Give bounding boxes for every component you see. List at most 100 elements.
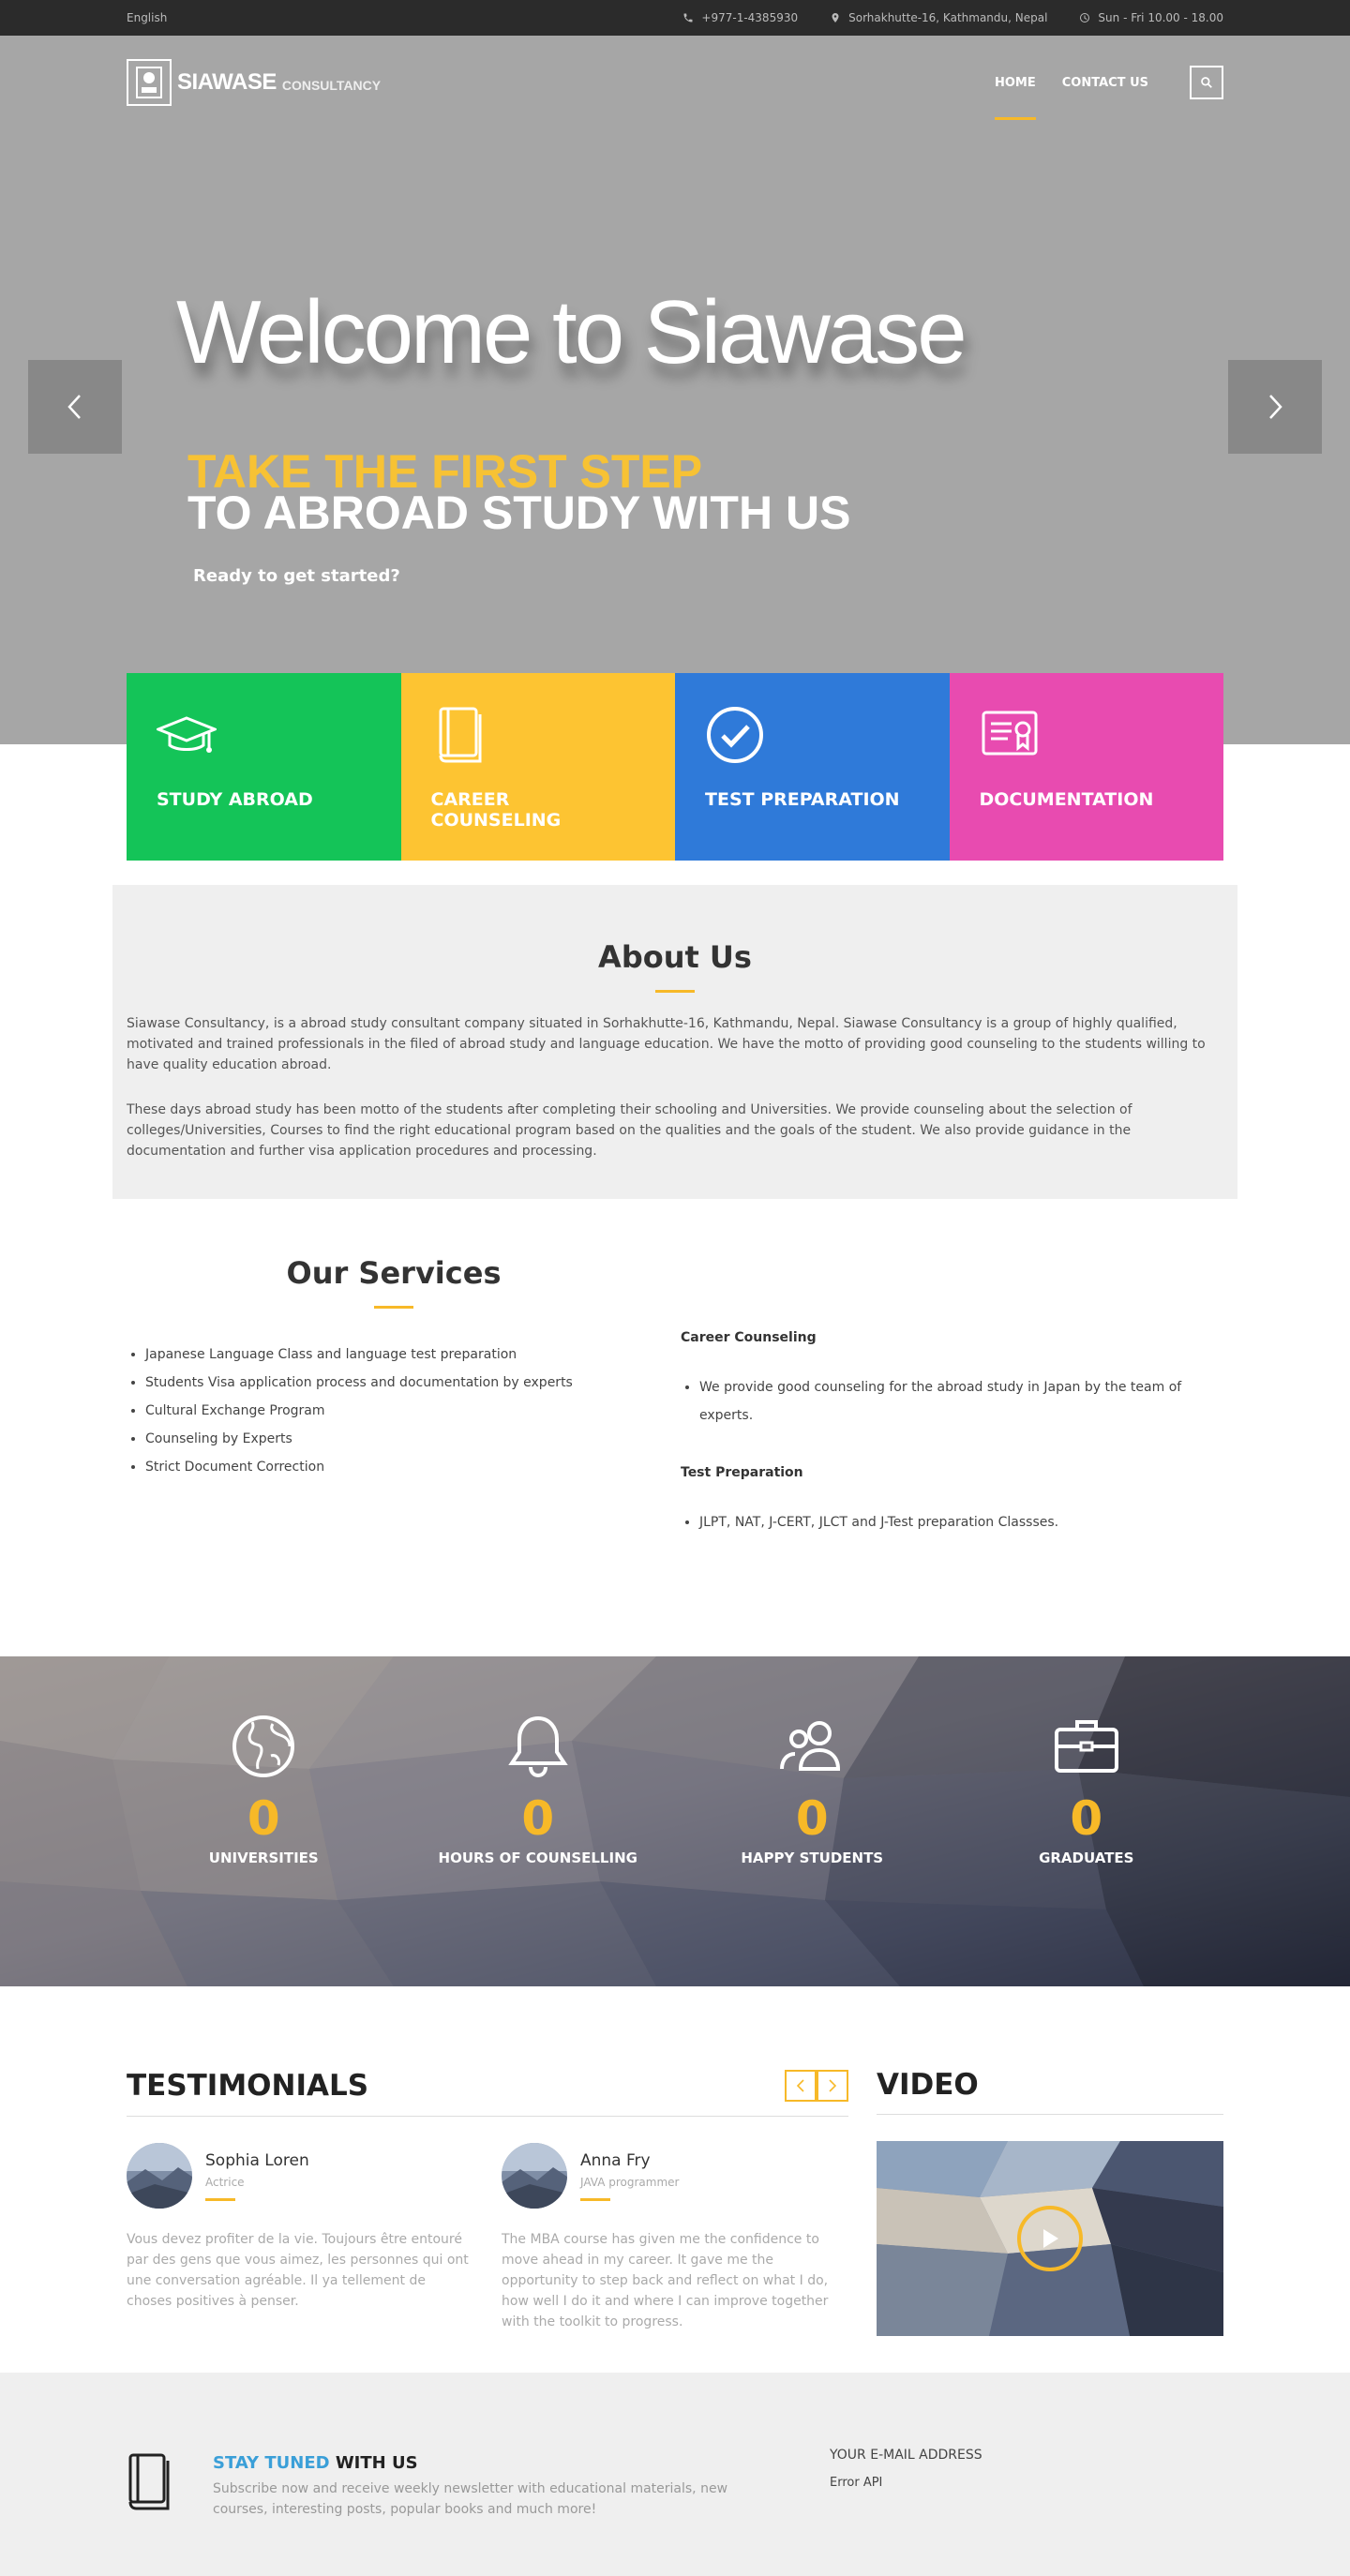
stat-label: UNIVERSITIES <box>208 1850 319 1866</box>
globe-icon <box>232 1715 295 1777</box>
testimonial-text: Vous devez profiter de la vie. Toujours … <box>127 2232 469 2309</box>
chevron-right-icon <box>1269 395 1282 419</box>
stat-value: 0 <box>795 1791 829 1846</box>
users-icon <box>780 1721 841 1771</box>
newsletter-error: Error API <box>830 2476 883 2490</box>
title-divider <box>655 990 695 993</box>
about-paragraph-1: Siawase Consultancy, is a abroad study c… <box>127 1016 1206 1072</box>
newsletter-title-highlight: STAY TUNED <box>213 2453 330 2473</box>
newsletter-title: STAY TUNED WITH US <box>213 2453 738 2473</box>
phone-info: +977-1-4385930 <box>682 11 798 24</box>
logo-emblem-icon <box>136 67 162 98</box>
about-paragraph-2: These days abroad study has been motto o… <box>127 1102 1132 1159</box>
feature-label: STUDY ABROAD <box>157 789 313 810</box>
services-left-column: Our Services Japanese Language Class and… <box>127 1255 669 1572</box>
testimonials-video-section: TESTIMONIALS Sophia Loren Actrice Vous d… <box>127 1986 1223 2373</box>
test-preparation-heading: Test Preparation <box>681 1465 803 1480</box>
video-title: VIDEO <box>877 2068 979 2102</box>
newsletter-icon-wrap <box>127 2453 183 2520</box>
list-item: JLPT, NAT, J-CERT, JLCT and J-Test prepa… <box>699 1508 1223 1536</box>
services-title: Our Services <box>286 1255 502 1291</box>
chevron-right-icon <box>829 2079 837 2092</box>
testimonial-name: Sophia Loren <box>205 2150 309 2170</box>
main-nav: HOME CONTACT US <box>968 66 1223 120</box>
email-field-label[interactable]: YOUR E-MAIL ADDRESS <box>830 2448 982 2463</box>
search-icon <box>1201 77 1212 88</box>
hero-slider: SIAWASE CONSULTANCY HOME CONTACT US Welc… <box>0 36 1350 861</box>
chevron-left-icon <box>796 2079 804 2092</box>
search-button[interactable] <box>1190 66 1223 99</box>
stat-label: HOURS OF COUNSELLING <box>438 1850 638 1866</box>
stat-graduates: 0 GRADUATES <box>950 1713 1224 1866</box>
testimonial-header: Sophia Loren Actrice <box>127 2143 473 2209</box>
language-selector[interactable]: English <box>127 11 651 24</box>
hero-cta-link[interactable]: Ready to get started? <box>193 566 400 586</box>
certificate-icon <box>982 711 1037 756</box>
list-item: We provide good counseling for the abroa… <box>699 1373 1223 1430</box>
testimonial-name: Anna Fry <box>580 2150 651 2170</box>
stat-value: 0 <box>521 1791 555 1846</box>
about-title: About Us <box>598 939 752 975</box>
nav-contact-us[interactable]: CONTACT US <box>1062 76 1148 90</box>
map-marker-icon <box>832 13 839 22</box>
feature-label: TEST PREPARATION <box>705 789 900 810</box>
testimonials-header: TESTIMONIALS <box>127 2069 848 2117</box>
logo-emblem <box>127 59 172 106</box>
phone-text: +977-1-4385930 <box>701 11 799 24</box>
stats-section: 0 UNIVERSITIES 0 HOURS OF COUNSELLING 0 … <box>0 1656 1350 1986</box>
stat-value: 0 <box>1070 1791 1103 1846</box>
bell-icon <box>508 1715 568 1778</box>
avatar <box>127 2143 192 2209</box>
about-section: About Us Siawase Consultancy, is a abroa… <box>112 885 1238 1199</box>
newsletter-text: STAY TUNED WITH US Subscribe now and rec… <box>213 2453 738 2520</box>
testimonial-prev-button[interactable] <box>785 2070 817 2102</box>
testimonial-role: JAVA programmer <box>580 2175 680 2189</box>
address-text: Sorhakhutte-16, Kathmandu, Nepal <box>848 11 1048 24</box>
stat-universities: 0 UNIVERSITIES <box>127 1713 401 1866</box>
testimonial-role: Actrice <box>205 2175 245 2189</box>
video-player[interactable] <box>877 2141 1223 2336</box>
video-header: VIDEO <box>877 2068 1223 2115</box>
newsletter-description: Subscribe now and receive weekly newslet… <box>213 2481 728 2517</box>
stat-value: 0 <box>247 1791 280 1846</box>
testimonial-text: The MBA course has given me the confiden… <box>502 2232 829 2329</box>
feature-label: CAREER COUNSELING <box>430 789 562 831</box>
nav-home[interactable]: HOME <box>995 76 1036 120</box>
address-info: Sorhakhutte-16, Kathmandu, Nepal <box>830 11 1047 24</box>
feature-career-counseling[interactable]: CAREER COUNSELING <box>400 673 675 861</box>
list-item: Strict Document Correction <box>145 1453 669 1481</box>
services-section: Our Services Japanese Language Class and… <box>127 1255 1223 1656</box>
testimonial-divider <box>580 2197 610 2201</box>
site-logo[interactable]: SIAWASE CONSULTANCY <box>127 59 968 106</box>
test-preparation-list: JLPT, NAT, J-CERT, JLCT and J-Test prepa… <box>681 1508 1223 1536</box>
slider-prev-button[interactable] <box>28 360 122 454</box>
testimonial-item: Sophia Loren Actrice Vous devez profiter… <box>127 2143 473 2332</box>
feature-documentation[interactable]: DOCUMENTATION <box>949 673 1223 861</box>
title-divider <box>374 1306 413 1309</box>
hours-text: Sun - Fri 10.00 - 18.00 <box>1098 11 1223 24</box>
check-circle-icon <box>707 707 763 763</box>
stat-label: HAPPY STUDENTS <box>741 1850 884 1866</box>
clock-icon <box>1080 13 1090 22</box>
testimonials: TESTIMONIALS Sophia Loren Actrice Vous d… <box>127 2069 848 2373</box>
feature-test-preparation[interactable]: TEST PREPARATION <box>675 673 950 861</box>
newsletter-form: YOUR E-MAIL ADDRESS Error API <box>830 2448 982 2520</box>
logo-name: SIAWASE <box>177 69 277 95</box>
slider-next-button[interactable] <box>1228 360 1322 454</box>
services-list: Japanese Language Class and language tes… <box>127 1340 669 1481</box>
avatar <box>502 2143 567 2209</box>
video-block: VIDEO <box>877 2068 1223 2373</box>
top-bar: English +977-1-4385930 Sorhakhutte-16, K… <box>0 0 1350 36</box>
testimonial-next-button[interactable] <box>817 2070 848 2102</box>
hero-title: Welcome to Siawase <box>176 282 968 382</box>
feature-label: DOCUMENTATION <box>979 789 1154 810</box>
newsletter-section: STAY TUNED WITH US Subscribe now and rec… <box>0 2373 1350 2576</box>
stat-hours-of-counselling: 0 HOURS OF COUNSELLING <box>401 1713 676 1866</box>
book-icon <box>128 2453 170 2510</box>
hero-subtitle: TO ABROAD STUDY WITH US <box>188 487 851 539</box>
list-item: Students Visa application process and do… <box>145 1369 669 1397</box>
feature-study-abroad[interactable]: STUDY ABROAD <box>127 673 401 861</box>
career-counseling-heading: Career Counseling <box>681 1330 817 1345</box>
play-button[interactable] <box>1017 2206 1083 2271</box>
book-icon <box>439 707 481 763</box>
